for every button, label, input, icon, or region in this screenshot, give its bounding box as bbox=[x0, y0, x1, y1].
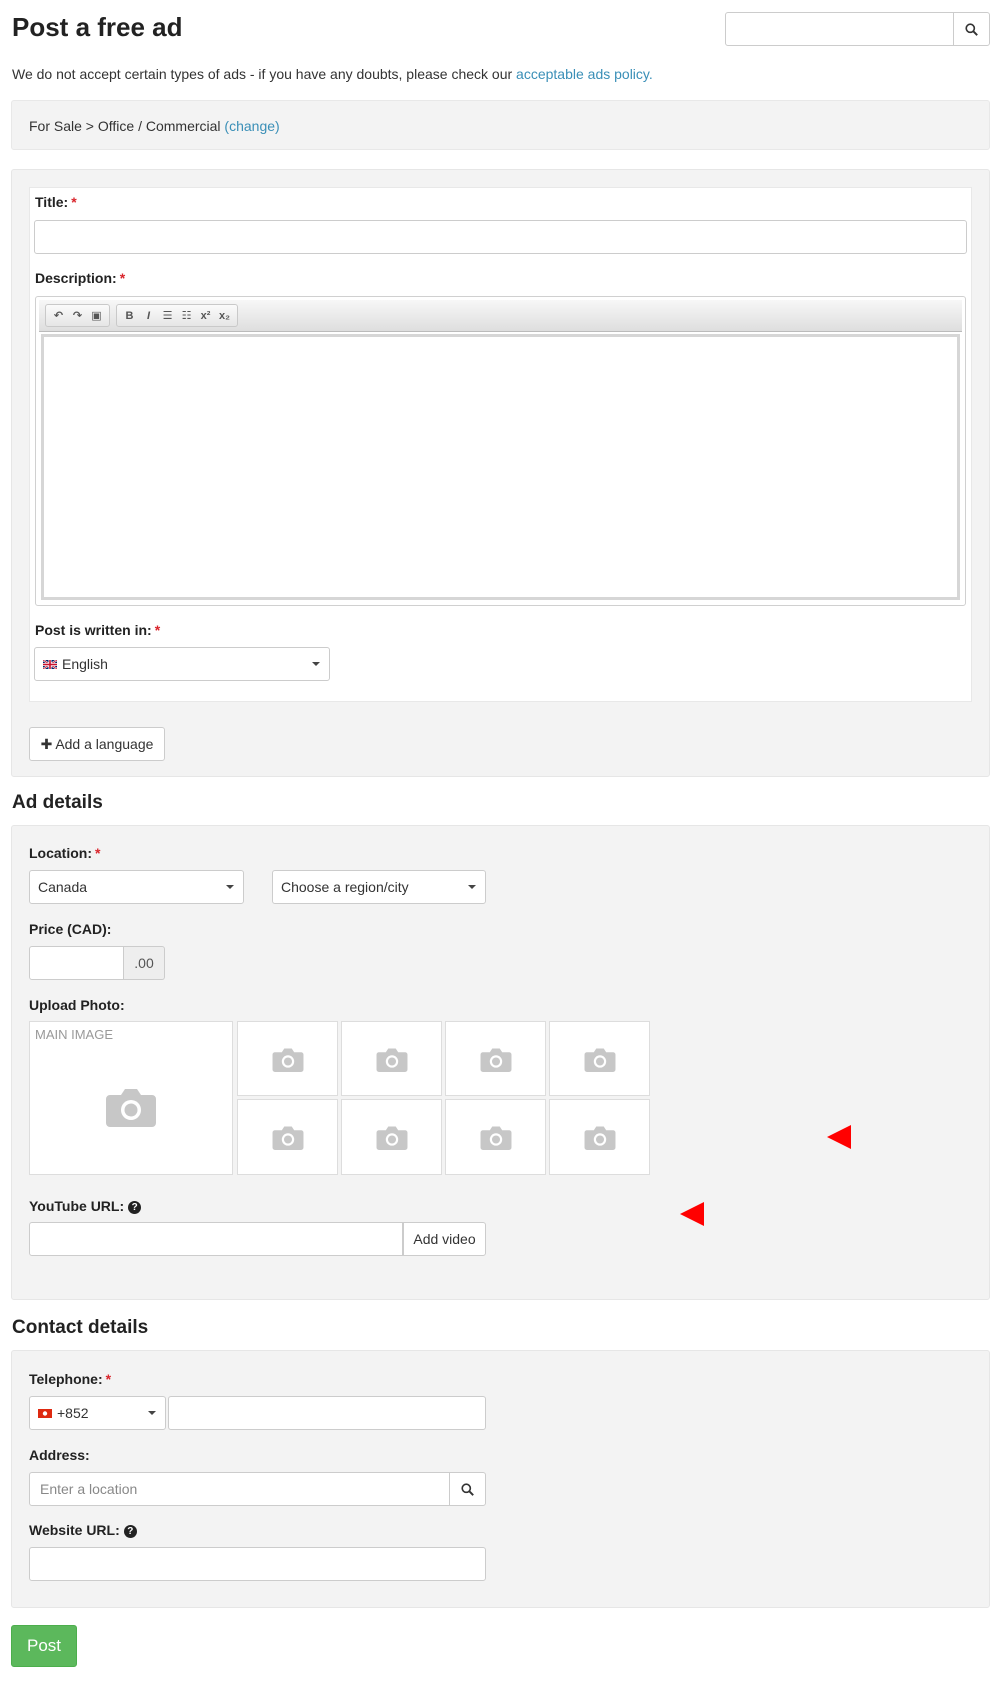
add-language-label: Add a language bbox=[55, 736, 154, 752]
region-placeholder: Choose a region/city bbox=[281, 879, 409, 895]
photo-slot-5[interactable] bbox=[549, 1021, 650, 1096]
telephone-input[interactable] bbox=[168, 1396, 486, 1430]
address-label: Address: bbox=[29, 1447, 90, 1463]
acceptable-ads-policy-link[interactable]: acceptable ads policy. bbox=[516, 66, 653, 82]
website-url-input[interactable] bbox=[29, 1547, 486, 1581]
camera-icon bbox=[480, 1126, 511, 1150]
post-language-card: Title:* Description:* ↶ ↷ ▣ B I ☰ ☷ x² bbox=[29, 187, 972, 702]
description-label: Description: * bbox=[35, 270, 126, 286]
plus-icon: ✚ bbox=[40, 735, 53, 752]
camera-icon bbox=[272, 1126, 303, 1150]
search-button[interactable] bbox=[953, 13, 989, 45]
address-search-button[interactable] bbox=[449, 1472, 486, 1506]
description-editor: ↶ ↷ ▣ B I ☰ ☷ x² x₂ bbox=[35, 296, 966, 606]
camera-icon bbox=[584, 1126, 615, 1150]
location-label: Location: * bbox=[29, 845, 101, 861]
subscript-icon[interactable]: x₂ bbox=[216, 307, 233, 324]
superscript-icon[interactable]: x² bbox=[197, 307, 214, 324]
post-button[interactable]: Post bbox=[11, 1625, 77, 1667]
redo-icon[interactable]: ↷ bbox=[69, 307, 86, 324]
language-value: English bbox=[62, 656, 108, 672]
add-video-button[interactable]: Add video bbox=[403, 1222, 486, 1256]
region-select[interactable]: Choose a region/city bbox=[272, 870, 486, 904]
post-form-panel: Title:* Description:* ↶ ↷ ▣ B I ☰ ☷ x² bbox=[11, 169, 990, 777]
price-label: Price (CAD): bbox=[29, 921, 112, 937]
category-breadcrumb: For Sale > Office / Commercial (change) bbox=[11, 100, 990, 150]
country-code-select[interactable]: +852 bbox=[29, 1396, 166, 1430]
country-select[interactable]: Canada bbox=[29, 870, 244, 904]
category-path: For Sale > Office / Commercial bbox=[29, 118, 221, 134]
camera-icon bbox=[480, 1047, 511, 1072]
photo-slot-6[interactable] bbox=[237, 1099, 338, 1175]
title-input[interactable] bbox=[34, 220, 967, 254]
site-search bbox=[725, 12, 990, 46]
photo-slot-4[interactable] bbox=[445, 1021, 546, 1096]
address-input[interactable]: Enter a location bbox=[29, 1472, 450, 1506]
chevron-down-icon bbox=[312, 662, 320, 666]
uk-flag-icon bbox=[43, 659, 57, 669]
telephone-label: Telephone: * bbox=[29, 1371, 112, 1387]
page: Post a free ad We do not accept certain … bbox=[0, 0, 1000, 1681]
main-image-slot[interactable]: MAIN IMAGE bbox=[29, 1021, 233, 1175]
price-input[interactable] bbox=[29, 946, 124, 980]
ad-details-heading: Ad details bbox=[12, 792, 103, 813]
help-icon[interactable]: ? bbox=[128, 1201, 142, 1214]
search-input[interactable] bbox=[726, 13, 953, 45]
bulleted-list-icon[interactable]: ☰ bbox=[159, 307, 176, 324]
language-select[interactable]: English bbox=[34, 647, 330, 681]
camera-icon bbox=[376, 1126, 407, 1150]
ad-details-panel: Location: * Canada Choose a region/city P… bbox=[11, 825, 990, 1300]
numbered-list-icon[interactable]: ☷ bbox=[178, 307, 195, 324]
photo-slot-9[interactable] bbox=[549, 1099, 650, 1175]
change-category-link[interactable]: (change) bbox=[224, 118, 279, 134]
photo-slot-2[interactable] bbox=[237, 1021, 338, 1096]
add-language-button[interactable]: ✚ Add a language bbox=[29, 727, 165, 761]
photo-slot-7[interactable] bbox=[341, 1099, 442, 1175]
search-icon bbox=[461, 1482, 474, 1496]
upload-photo-label: Upload Photo: bbox=[29, 997, 125, 1013]
description-textarea[interactable] bbox=[41, 334, 960, 600]
camera-icon bbox=[376, 1047, 407, 1072]
ad-policy-notice: We do not accept certain types of ads - … bbox=[12, 66, 653, 82]
italic-icon[interactable]: I bbox=[140, 307, 157, 324]
photo-slot-8[interactable] bbox=[445, 1099, 546, 1175]
paste-icon[interactable]: ▣ bbox=[88, 307, 105, 324]
history-group: ↶ ↷ ▣ bbox=[45, 304, 110, 327]
title-label: Title: * bbox=[35, 194, 77, 210]
youtube-url-label: YouTube URL:? bbox=[29, 1198, 142, 1214]
page-title: Post a free ad bbox=[12, 12, 183, 42]
camera-icon bbox=[272, 1047, 303, 1072]
camera-icon bbox=[584, 1047, 615, 1072]
youtube-url-input[interactable] bbox=[29, 1222, 403, 1256]
red-arrow-marker bbox=[827, 1125, 851, 1149]
red-arrow-marker bbox=[680, 1202, 704, 1226]
chevron-down-icon bbox=[148, 1411, 156, 1415]
main-image-label: MAIN IMAGE bbox=[35, 1027, 114, 1042]
chevron-down-icon bbox=[468, 885, 476, 889]
photo-slot-3[interactable] bbox=[341, 1021, 442, 1096]
camera-icon bbox=[106, 1089, 156, 1127]
search-icon bbox=[965, 22, 978, 36]
help-icon[interactable]: ? bbox=[123, 1525, 137, 1538]
contact-details-heading: Contact details bbox=[12, 1317, 149, 1338]
editor-toolbar: ↶ ↷ ▣ B I ☰ ☷ x² x₂ bbox=[39, 300, 962, 332]
ad-policy-text: We do not accept certain types of ads - … bbox=[12, 66, 513, 82]
chevron-down-icon bbox=[226, 885, 234, 889]
undo-icon[interactable]: ↶ bbox=[50, 307, 67, 324]
country-value: Canada bbox=[38, 879, 88, 895]
format-group: B I ☰ ☷ x² x₂ bbox=[116, 304, 238, 327]
bold-icon[interactable]: B bbox=[121, 307, 138, 324]
country-code-value: +852 bbox=[57, 1405, 89, 1421]
address-placeholder: Enter a location bbox=[40, 1481, 138, 1497]
hong-kong-flag-icon bbox=[38, 1408, 52, 1418]
language-label: Post is written in: * bbox=[35, 622, 161, 638]
website-url-label: Website URL:? bbox=[29, 1522, 137, 1538]
price-cents-addon: .00 bbox=[124, 946, 165, 980]
contact-details-panel: Telephone: * +852 Address: Enter a locati… bbox=[11, 1350, 990, 1608]
